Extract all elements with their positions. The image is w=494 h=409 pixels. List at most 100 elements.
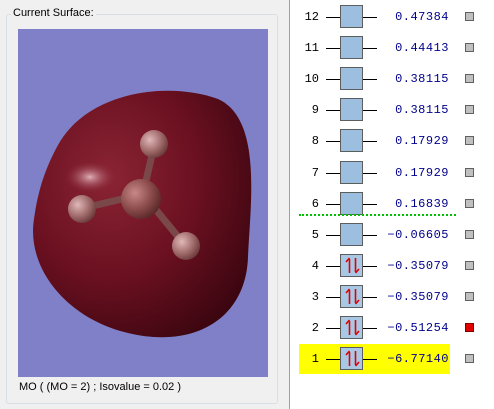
mo-energy: 0.38115 <box>395 72 449 86</box>
mo-number: 10 <box>304 72 319 86</box>
central-atom <box>121 179 161 219</box>
mo-row[interactable]: 3 −0.35079 <box>290 283 494 313</box>
mo-energy: −0.35079 <box>387 259 449 273</box>
mo-number: 4 <box>311 259 319 273</box>
orbital-box[interactable] <box>340 254 363 277</box>
energy-level-line <box>363 79 377 80</box>
mo-row[interactable]: 1 −6.77140 <box>290 344 494 375</box>
hydrogen-atom <box>140 130 168 158</box>
orbital-box[interactable] <box>340 5 363 28</box>
mo-energy: −6.77140 <box>387 352 449 366</box>
mo-row[interactable]: 11 0.44413 <box>290 34 494 64</box>
mo-select-checkbox[interactable] <box>465 230 474 239</box>
surface-status: MO ( (MO = 2) ; Isovalue = 0.02 ) <box>19 381 181 393</box>
mo-select-checkbox[interactable] <box>465 12 474 21</box>
energy-level-line <box>363 359 377 360</box>
energy-level-line <box>326 297 340 298</box>
mo-row[interactable]: 7 0.17929 <box>290 159 494 189</box>
mo-select-checkbox[interactable] <box>465 199 474 208</box>
mo-diagram[interactable]: 12 0.47384 11 0.44413 10 0.38115 9 0.38115 8 0.17… <box>289 0 494 409</box>
mo-number: 1 <box>311 352 319 366</box>
mo-select-checkbox[interactable] <box>465 261 474 270</box>
energy-level-line <box>363 204 377 205</box>
orbital-box[interactable] <box>340 316 363 339</box>
mo-row[interactable]: 9 0.38115 <box>290 96 494 126</box>
mo-select-checkbox[interactable] <box>465 43 474 52</box>
hydrogen-atom <box>68 195 96 223</box>
mo-number: 2 <box>311 321 319 335</box>
mo-select-checkbox-selected[interactable] <box>465 323 474 332</box>
mo-number: 12 <box>304 10 319 24</box>
energy-level-line <box>363 266 377 267</box>
energy-level-line <box>326 110 340 111</box>
energy-level-line <box>326 141 340 142</box>
energy-level-line <box>363 297 377 298</box>
mo-number: 5 <box>311 228 319 242</box>
molecule-viewer[interactable] <box>18 29 268 377</box>
orbital-box[interactable] <box>340 192 363 215</box>
mo-number: 7 <box>311 166 319 180</box>
mo-select-checkbox[interactable] <box>465 74 474 83</box>
mo-select-checkbox[interactable] <box>465 168 474 177</box>
energy-level-line <box>326 266 340 267</box>
energy-level-line <box>326 204 340 205</box>
mo-number: 11 <box>304 41 319 55</box>
energy-level-line <box>326 79 340 80</box>
mo-select-checkbox[interactable] <box>465 354 474 363</box>
mo-row[interactable]: 4 −0.35079 <box>290 252 494 282</box>
energy-level-line <box>326 173 340 174</box>
spin-down-arrow-icon <box>351 288 360 305</box>
hydrogen-atom <box>172 232 200 260</box>
spin-down-arrow-icon <box>351 319 360 336</box>
isosurface-render[interactable] <box>18 29 268 377</box>
mo-number: 6 <box>311 197 319 211</box>
mo-row[interactable]: 10 0.38115 <box>290 65 494 95</box>
energy-level-line <box>326 328 340 329</box>
mo-select-checkbox[interactable] <box>465 105 474 114</box>
mo-select-checkbox[interactable] <box>465 292 474 301</box>
mo-row[interactable]: 5 −0.06605 <box>290 221 494 251</box>
mo-row[interactable]: 8 0.17929 <box>290 127 494 157</box>
mo-energy: −0.35079 <box>387 290 449 304</box>
mo-energy: −0.06605 <box>387 228 449 242</box>
mo-energy: 0.17929 <box>395 166 449 180</box>
spin-down-arrow-icon <box>351 257 360 274</box>
orbital-box[interactable] <box>340 67 363 90</box>
spin-down-arrow-icon <box>351 350 360 367</box>
energy-level-line <box>326 48 340 49</box>
orbital-box[interactable] <box>340 98 363 121</box>
mo-energy: 0.44413 <box>395 41 449 55</box>
mo-energy: 0.47384 <box>395 10 449 24</box>
mo-row[interactable]: 2 −0.51254 <box>290 314 494 344</box>
energy-level-line <box>363 328 377 329</box>
surface-groupbox-legend: Current Surface: <box>11 7 96 19</box>
energy-level-line <box>363 141 377 142</box>
orbital-box[interactable] <box>340 223 363 246</box>
mo-energy: 0.17929 <box>395 134 449 148</box>
energy-level-line <box>363 173 377 174</box>
mo-number: 9 <box>311 103 319 117</box>
orbital-box[interactable] <box>340 347 363 370</box>
energy-level-line <box>363 17 377 18</box>
energy-level-line <box>363 110 377 111</box>
surface-panel: Current Surface: MO ((MO = 2) ; Isovalu… <box>0 0 281 409</box>
mo-number: 3 <box>311 290 319 304</box>
mo-energy: 0.38115 <box>395 103 449 117</box>
orbital-box[interactable] <box>340 36 363 59</box>
mo-row[interactable]: 12 0.47384 <box>290 3 494 33</box>
energy-level-line <box>326 17 340 18</box>
orbital-box[interactable] <box>340 161 363 184</box>
energy-level-line <box>326 359 340 360</box>
mo-energy: 0.16839 <box>395 197 449 211</box>
mo-select-checkbox[interactable] <box>465 136 474 145</box>
energy-level-line <box>363 235 377 236</box>
panel-splitter[interactable] <box>281 0 289 409</box>
mo-number: 8 <box>311 134 319 148</box>
mo-energy: −0.51254 <box>387 321 449 335</box>
energy-level-line <box>326 235 340 236</box>
mo-rows-container: 12 0.47384 11 0.44413 10 0.38115 9 0.38115 8 0.17… <box>290 0 494 409</box>
energy-level-line <box>363 48 377 49</box>
homo-lumo-separator <box>299 214 456 216</box>
orbital-box[interactable] <box>340 285 363 308</box>
orbital-box[interactable] <box>340 129 363 152</box>
